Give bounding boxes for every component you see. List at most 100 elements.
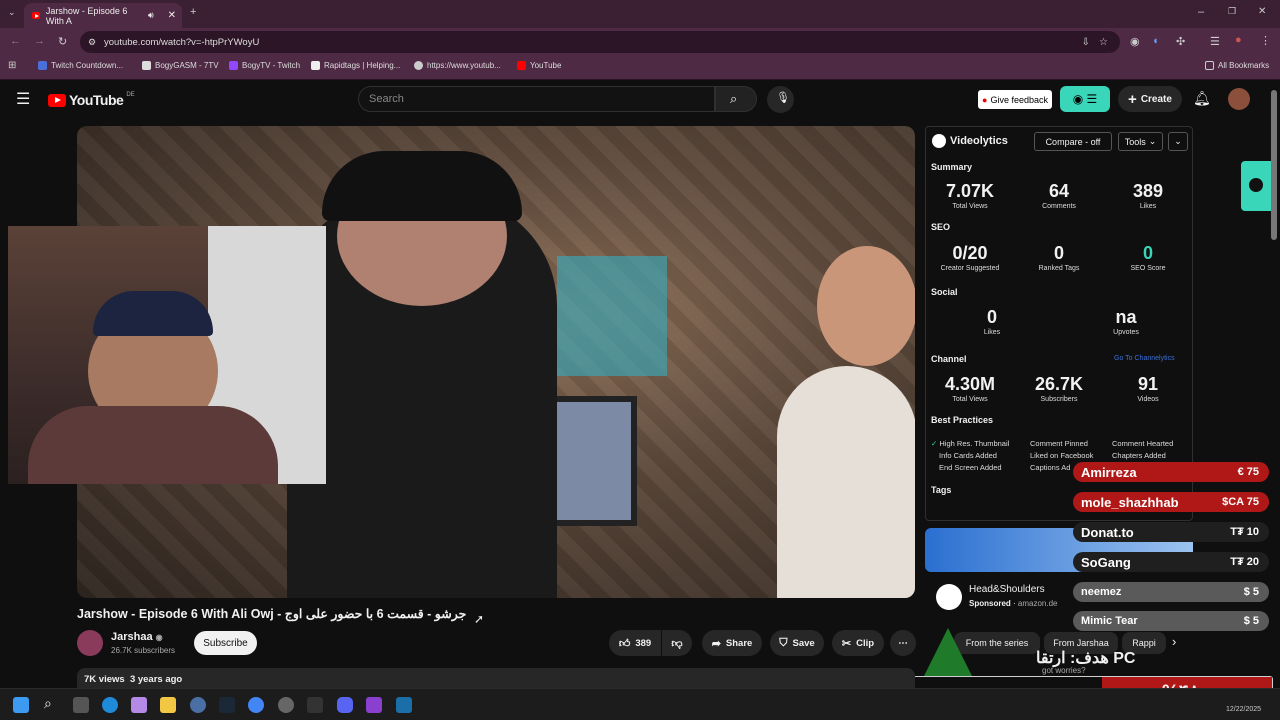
videolytics-side-tab[interactable] xyxy=(1241,161,1271,211)
tab-close-icon[interactable]: ✕ xyxy=(168,10,176,21)
videolytics-toggle-button[interactable]: ◉ ☰ xyxy=(1060,86,1110,112)
install-icon[interactable]: ⇩ xyxy=(1082,37,1090,48)
bookmark-star-icon[interactable]: ☆ xyxy=(1099,37,1108,48)
chips-next-chevron-icon[interactable]: › xyxy=(1172,634,1176,649)
extension-icon[interactable]: ◉ xyxy=(1130,35,1140,48)
browser-tab[interactable]: Jarshow - Episode 6 With A 🔊︎ ✕ xyxy=(24,3,182,28)
taskbar-search-icon[interactable]: ⌕ xyxy=(44,695,52,712)
subscribe-button[interactable]: Subscribe xyxy=(194,631,257,655)
folder-icon xyxy=(1205,61,1214,70)
youtube-favicon-icon xyxy=(32,12,40,19)
more-actions-button[interactable]: ⋯ xyxy=(890,630,916,656)
donation-item: Mimic Tear $ 5 xyxy=(1073,611,1269,631)
summary-stat: 7.07K Total Views xyxy=(945,181,995,210)
task-view-icon[interactable] xyxy=(73,697,89,713)
seo-heading: SEO xyxy=(931,222,951,232)
bookmark-item[interactable]: BogyGASM - 7TV xyxy=(142,61,219,70)
forward-icon[interactable]: → xyxy=(34,35,45,47)
youtube-play-icon xyxy=(48,93,66,107)
best-practice-item: Chapters Added xyxy=(1112,451,1166,460)
browser-menu-icon[interactable]: ⋮ xyxy=(1260,34,1271,47)
channel-heading: Channel xyxy=(931,354,967,364)
bookmark-item[interactable]: https://www.youtub... xyxy=(414,61,501,70)
video-title: Jarshow - Episode 6 With Ali Owj - جرشو … xyxy=(77,607,467,621)
videolytics-logo-icon: ◉ ☰ xyxy=(1072,92,1098,106)
channel-avatar[interactable] xyxy=(77,630,103,656)
account-avatar[interactable] xyxy=(1228,88,1250,110)
dislike-button[interactable]: 👎︎ xyxy=(662,630,692,656)
page-scrollbar[interactable] xyxy=(1271,90,1277,240)
rockstar-icon[interactable] xyxy=(366,697,382,713)
audio-icon[interactable]: 🔊︎ xyxy=(148,10,154,21)
goal-sub: got worries? xyxy=(1042,666,1086,675)
verified-icon: ◉ xyxy=(155,633,163,642)
app-icon-3[interactable] xyxy=(396,697,412,713)
donation-item: mole_shazhhab $CA 75 xyxy=(1073,492,1269,512)
chevron-down-icon: ⌄ xyxy=(1148,136,1157,146)
site-info-icon[interactable]: ⚙︎ xyxy=(88,37,96,48)
social-stat: na Upvotes xyxy=(1113,307,1139,336)
summary-stat: 64 Comments xyxy=(1042,181,1076,210)
new-tab-icon[interactable]: + xyxy=(190,6,196,18)
copilot-icon[interactable] xyxy=(131,697,147,713)
give-feedback-button[interactable]: ● Give feedback xyxy=(978,90,1052,109)
search-button[interactable]: ⌕ xyxy=(715,86,757,112)
apps-icon[interactable]: ⊞ xyxy=(8,60,16,71)
create-button[interactable]: + Create xyxy=(1118,86,1182,112)
share-button[interactable]: ➦ Share xyxy=(702,630,762,656)
back-icon[interactable]: ← xyxy=(10,35,21,47)
save-button[interactable]: ⛉ Save xyxy=(770,630,824,656)
bookmark-item[interactable]: Twitch Countdown... xyxy=(38,61,123,70)
collapse-panel-button[interactable]: ⌄ xyxy=(1168,132,1188,151)
notifications-bell-icon[interactable]: 🔔︎ xyxy=(1193,90,1211,107)
clip-button[interactable]: ✂ Clip xyxy=(832,630,884,656)
best-practice-item: Captions Ad xyxy=(1030,463,1071,472)
window-close-icon[interactable]: ✕ xyxy=(1258,6,1266,17)
like-button[interactable]: 👍︎ 389 xyxy=(609,630,661,656)
file-explorer-icon[interactable] xyxy=(160,697,176,713)
search-input[interactable]: Search xyxy=(358,86,715,112)
bookmark-item[interactable]: Rapidtags | Helping... xyxy=(311,61,400,70)
seo-stat: 0 Ranked Tags xyxy=(1038,243,1080,272)
tab-search-icon[interactable]: ⌄ xyxy=(8,7,16,18)
best-practice-item: ✓ High Res. Thumbnail xyxy=(931,439,1010,448)
extension-icon-2[interactable]: ◖ xyxy=(1152,35,1159,47)
obs-icon[interactable] xyxy=(278,697,294,713)
reload-icon[interactable]: ↻ xyxy=(58,35,67,48)
reading-list-icon[interactable]: ☰ xyxy=(1210,35,1220,48)
hamburger-menu-icon[interactable]: ☰ xyxy=(16,89,30,109)
extensions-puzzle-icon[interactable]: ✣ xyxy=(1176,35,1185,48)
channelytics-link[interactable]: Go To Channelytics xyxy=(1114,355,1175,362)
bookmark-item[interactable]: YouTube xyxy=(517,61,561,70)
youtube-logo[interactable]: YouTube DE xyxy=(48,92,135,108)
chrome-icon[interactable] xyxy=(248,697,264,713)
profile-avatar-icon[interactable]: ● xyxy=(1235,34,1242,46)
all-bookmarks[interactable]: All Bookmarks xyxy=(1205,61,1269,70)
twitch-icon xyxy=(229,61,238,70)
bookmark-icon: ⛉ xyxy=(779,636,788,649)
best-practice-item: End Screen Added xyxy=(939,463,1002,472)
edge-icon[interactable] xyxy=(102,697,118,713)
thumbs-down-icon: 👎︎ xyxy=(671,637,683,650)
restore-icon[interactable]: ❐ xyxy=(1228,6,1236,17)
ad-meta: Sponsored · amazon.de xyxy=(969,599,1058,608)
video-person-right-head xyxy=(817,246,915,366)
channel-stat: 4.30M Total Views xyxy=(944,374,996,403)
google-icon xyxy=(414,61,423,70)
compare-toggle[interactable]: Compare - off xyxy=(1034,132,1112,151)
bookmark-favicon-icon xyxy=(38,61,47,70)
windows-start-icon[interactable] xyxy=(13,697,29,713)
minimize-icon[interactable]: – xyxy=(1198,6,1204,18)
ad-title[interactable]: Head&Shoulders xyxy=(969,584,1045,595)
app-icon[interactable] xyxy=(190,697,206,713)
youtube-icon xyxy=(517,61,526,70)
discord-icon[interactable] xyxy=(337,697,353,713)
steam-icon[interactable] xyxy=(219,697,235,713)
tools-dropdown[interactable]: Tools ⌄ xyxy=(1118,132,1163,151)
url-input[interactable]: ⚙︎ youtube.com/watch?v=-htpPrYWoyU ⇩ ☆ xyxy=(80,31,1120,53)
app-icon-2[interactable] xyxy=(307,697,323,713)
voice-search-button[interactable]: 🎙︎ xyxy=(767,86,794,113)
more-icon: ⋯ xyxy=(898,637,908,649)
bookmark-item[interactable]: BogyTV - Twitch xyxy=(229,61,300,70)
channel-name[interactable]: Jarshaa ◉ xyxy=(111,631,163,643)
